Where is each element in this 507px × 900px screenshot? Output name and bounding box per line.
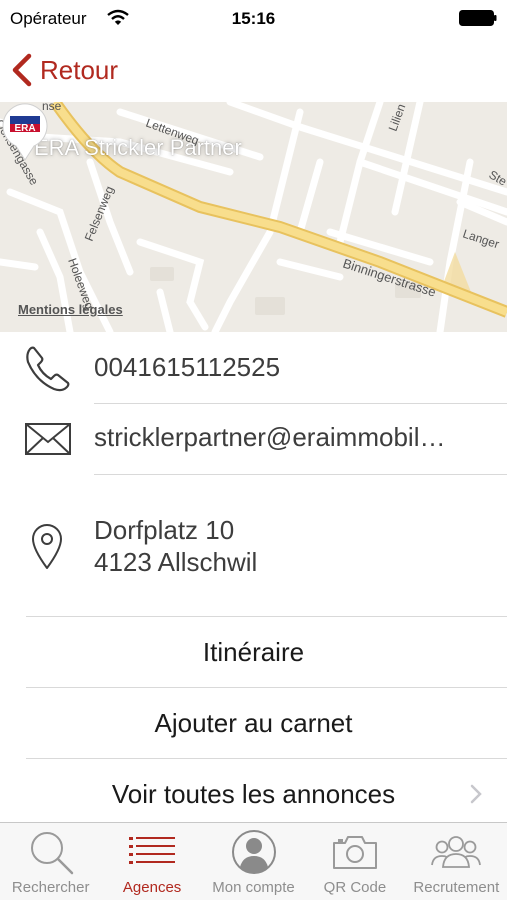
list-icon [129,837,176,864]
battery-icon [459,10,497,26]
address-row[interactable]: Dorfplatz 10 4123 Allschwil [0,475,507,615]
phone-number: 0041615112525 [94,352,281,382]
agency-map[interactable]: Ochsengasse Lettenweg Felsenweg Holeeweg… [0,102,507,332]
map-agency-title: ERA Strickler Partner [34,135,242,160]
tab-bar: Rechercher Agences Mon compte QR Code Re… [0,822,507,900]
tab-label: QR Code [323,879,387,896]
chevron-right-icon [470,784,482,804]
user-icon [231,830,276,874]
search-icon [30,832,73,875]
phone-icon [26,346,70,392]
svg-text:Lilien: Lilien [386,102,409,133]
address-city: 4123 Allschwil [94,547,258,577]
tab-agences[interactable]: Agences [101,823,202,900]
tab-label: Mon compte [212,879,295,896]
back-button[interactable]: Retour [10,50,118,90]
tab-qr-code[interactable]: QR Code [304,823,405,900]
era-location-pin-icon[interactable]: ERA [0,102,50,162]
envelope-icon [25,423,71,455]
tab-rechercher[interactable]: Rechercher [0,823,101,900]
all-listings-row[interactable]: Voir toutes les annonces [0,759,507,822]
legal-notice-link[interactable]: Mentions légales [18,302,123,317]
tab-label: Agences [122,879,182,896]
tab-recrutement[interactable]: Recrutement [406,823,507,900]
status-bar: Opérateur 15:16 [0,0,507,36]
tab-mon-compte[interactable]: Mon compte [203,823,304,900]
email-row[interactable]: stricklerpartner@eraimmobil… [0,404,507,474]
tab-label: Recrutement [413,879,500,896]
navigation-bar: Retour [0,36,507,102]
svg-text:Langer: Langer [461,227,501,252]
group-icon [431,836,482,868]
camera-icon [332,836,377,869]
add-to-contacts-button[interactable]: Ajouter au carnet [0,688,507,758]
itinerary-button[interactable]: Itinéraire [0,617,507,687]
tab-label: Rechercher [11,879,90,896]
location-marker-icon [32,524,62,569]
address-street: Dorfplatz 10 [94,515,235,545]
chevron-left-icon [12,53,32,87]
all-listings-button[interactable]: Voir toutes les annonces [0,759,507,829]
phone-row[interactable]: 0041615112525 [0,332,507,404]
status-time: 15:16 [231,9,276,28]
email-address: stricklerpartner@eraimmobil… [94,422,446,452]
pin-logo-text: ERA [14,123,35,134]
back-button-label: Retour [40,54,119,85]
